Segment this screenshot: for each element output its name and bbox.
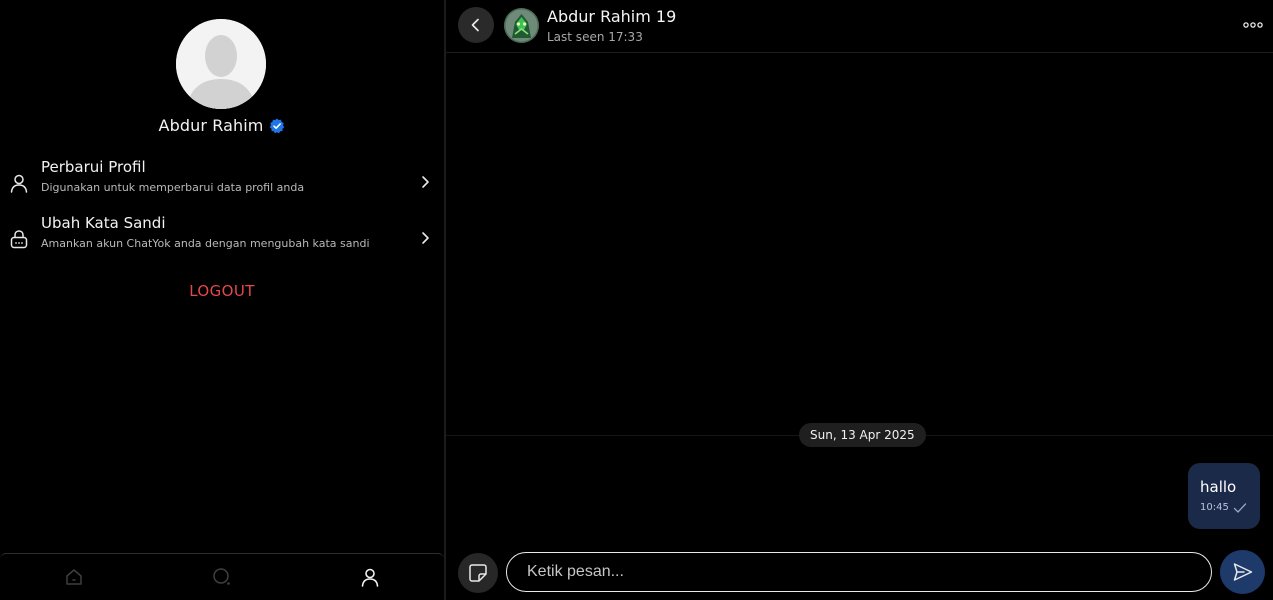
nav-home[interactable] [0, 554, 148, 600]
verified-badge-icon [270, 118, 285, 133]
menu-item-title: Ubah Kata Sandi [41, 214, 166, 232]
menu-item-subtitle: Digunakan untuk memperbarui data profil … [41, 181, 305, 194]
date-separator: Sun, 13 Apr 2025 [799, 423, 926, 447]
contact-last-seen: Last seen 17:33 [547, 30, 643, 44]
bottom-nav [0, 553, 444, 600]
chat-panel: Abdur Rahim 19 Last seen 17:33 Sun, 13 A… [446, 0, 1273, 600]
back-button[interactable] [458, 7, 494, 43]
nav-profile[interactable] [296, 554, 444, 600]
search-icon [213, 568, 230, 585]
contact-name: Abdur Rahim 19 [547, 7, 677, 26]
message-time: 10:45 [1200, 502, 1229, 513]
profile-avatar[interactable] [176, 19, 266, 109]
menu-item-title: Perbarui Profil [41, 158, 146, 176]
send-button[interactable] [1220, 550, 1265, 594]
nav-search[interactable] [148, 554, 296, 600]
message-text: hallo [1200, 478, 1237, 496]
message-bubble-outgoing[interactable]: hallo 10:45 [1188, 463, 1260, 529]
lock-icon [10, 230, 28, 249]
default-avatar-icon [176, 19, 266, 109]
contact-avatar-image [504, 8, 539, 43]
user-icon [10, 174, 28, 193]
message-composer [446, 550, 1273, 600]
home-icon [66, 569, 82, 585]
sent-check-icon [1233, 503, 1247, 513]
chat-header: Abdur Rahim 19 Last seen 17:33 [446, 0, 1273, 53]
profile-name-row: Abdur Rahim [0, 116, 444, 135]
sticker-icon [469, 564, 487, 582]
menu-item-change-password[interactable]: Ubah Kata Sandi Amankan akun ChatYok and… [0, 214, 444, 262]
chevron-left-icon [471, 18, 479, 32]
menu-item-subtitle: Amankan akun ChatYok anda dengan menguba… [41, 237, 370, 250]
sticker-button[interactable] [458, 553, 498, 593]
logout-button[interactable]: LOGOUT [0, 282, 444, 300]
profile-panel: Abdur Rahim Perbarui Profil Digunakan un… [0, 0, 444, 600]
message-input[interactable] [506, 552, 1212, 592]
contact-avatar[interactable] [504, 8, 539, 43]
chevron-right-icon [422, 176, 429, 188]
profile-icon [361, 568, 379, 587]
more-options-icon[interactable] [1242, 18, 1264, 32]
profile-name: Abdur Rahim [158, 116, 264, 135]
send-icon [1233, 563, 1252, 581]
menu-item-update-profile[interactable]: Perbarui Profil Digunakan untuk memperba… [0, 158, 444, 206]
chevron-right-icon [422, 232, 429, 244]
